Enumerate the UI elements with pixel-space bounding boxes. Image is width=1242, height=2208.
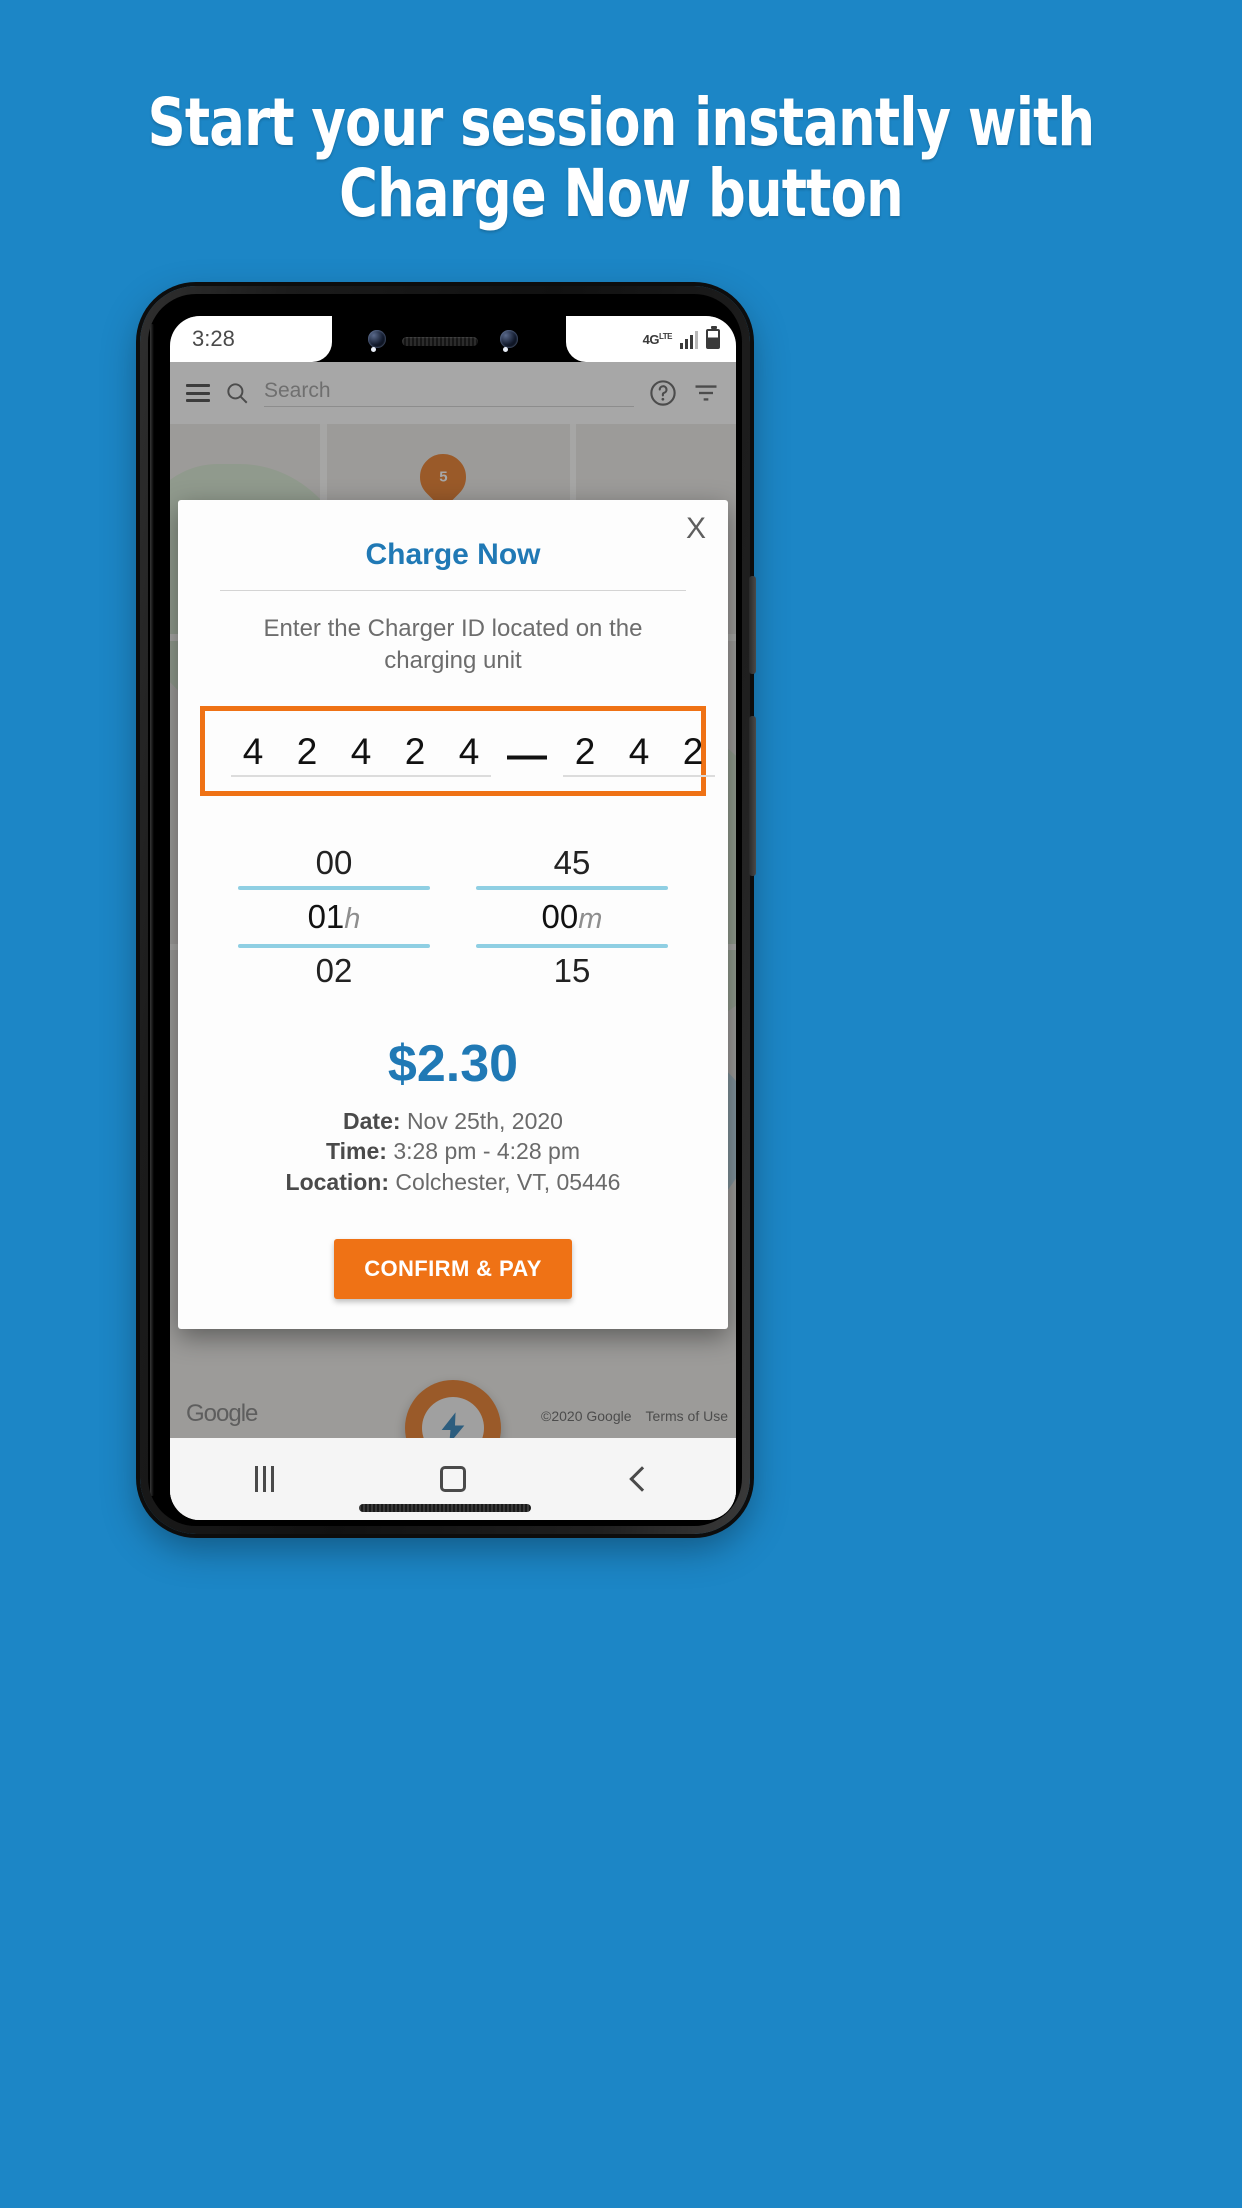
search-placeholder: Search <box>264 379 331 402</box>
promo-headline: Start your session instantly with Charge… <box>124 84 1118 232</box>
network-type-icon: 4G LTE <box>642 331 673 347</box>
price-total: $2.30 <box>387 1034 519 1093</box>
charger-id-digit[interactable]: 2 <box>393 731 437 773</box>
modal-title: Charge Now <box>365 538 541 571</box>
charger-id-digit[interactable]: 2 <box>285 731 329 773</box>
headline-line-2: Charge Now button <box>339 154 904 232</box>
filter-icon[interactable] <box>692 379 720 407</box>
earpiece-speaker <box>402 337 478 346</box>
charger-id-digit[interactable]: 4 <box>339 731 383 773</box>
volume-button[interactable] <box>749 716 756 876</box>
charger-id-digit[interactable]: 4 <box>617 731 661 773</box>
app-top-bar: Search <box>170 362 736 424</box>
android-home-button[interactable] <box>359 1466 548 1492</box>
detail-label-date: Date: <box>343 1107 401 1134</box>
session-details: Date: Nov 25th, 2020 Time: 3:28 pm - 4:2… <box>178 1106 728 1197</box>
phone-screen: 3:28 4G LTE Search 5 Google ©2020 Google… <box>170 316 736 1520</box>
charger-id-separator: — <box>507 732 547 777</box>
map-terms-link[interactable]: Terms of Use <box>646 1408 728 1424</box>
charger-id-prefix-input[interactable]: 4 2 4 2 4 <box>231 731 491 777</box>
back-icon <box>628 1466 655 1492</box>
minutes-previous-value[interactable]: 45 <box>476 840 668 886</box>
app-content: Search 5 Google ©2020 Google Terms of Us… <box>170 362 736 1520</box>
charger-id-digit[interactable]: 2 <box>671 731 715 773</box>
minutes-next-value[interactable]: 15 <box>476 948 668 994</box>
detail-row-date: Date: Nov 25th, 2020 <box>178 1106 728 1136</box>
charger-id-input-group[interactable]: 4 2 4 2 4 — 2 4 2 <box>200 705 715 796</box>
charger-id-suffix-input[interactable]: 2 4 2 <box>563 731 715 777</box>
help-circle-icon[interactable] <box>648 378 678 408</box>
charger-id-digit[interactable]: 4 <box>231 731 275 773</box>
detail-label-time: Time: <box>326 1138 387 1165</box>
confirm-button-wrap: CONFIRM & PAY <box>178 1238 728 1299</box>
recents-icon <box>254 1466 274 1492</box>
charger-id-digit[interactable]: 4 <box>447 731 491 773</box>
hours-next-value[interactable]: 02 <box>238 948 430 994</box>
signal-bars-icon <box>680 329 698 349</box>
phone-inner-bezel: 3:28 4G LTE Search 5 Google ©2020 Google… <box>148 294 742 1526</box>
hours-selected-value[interactable]: 01h <box>238 890 430 944</box>
detail-label-location: Location: <box>285 1168 390 1195</box>
search-input[interactable]: Search <box>264 379 634 407</box>
duration-picker[interactable]: 00 01h 02 45 00m 15 <box>178 840 728 994</box>
front-camera-secondary-icon <box>500 330 518 352</box>
hours-picker[interactable]: 00 01h 02 <box>238 840 430 994</box>
detail-row-time: Time: 3:28 pm - 4:28 pm <box>178 1136 728 1166</box>
status-bar-left: 3:28 <box>170 316 332 362</box>
android-back-button[interactable] <box>547 1466 736 1492</box>
front-camera-icon <box>368 330 386 352</box>
modal-subtitle: Enter the Charger ID located on the char… <box>263 615 643 675</box>
confirm-and-pay-button[interactable]: CONFIRM & PAY <box>334 1238 572 1299</box>
power-button[interactable] <box>749 576 756 674</box>
headline-line-1: Start your session instantly with <box>147 84 1096 161</box>
home-icon <box>440 1466 466 1492</box>
status-time: 3:28 <box>192 326 235 351</box>
google-logo: Google <box>186 1400 258 1427</box>
detail-value-date: Nov 25th, 2020 <box>406 1107 563 1134</box>
bezel-highlight <box>150 324 154 1496</box>
minutes-picker[interactable]: 45 00m 15 <box>476 840 668 994</box>
detail-row-location: Location: Colchester, VT, 05446 <box>178 1167 728 1197</box>
hours-previous-value[interactable]: 00 <box>238 840 430 886</box>
search-icon[interactable] <box>224 380 250 406</box>
hamburger-menu-icon[interactable] <box>186 384 210 402</box>
battery-icon <box>706 326 720 349</box>
bottom-speaker-grille <box>359 1504 531 1512</box>
map-attribution: ©2020 Google Terms of Use <box>541 1408 728 1424</box>
status-bar-right: 4G LTE <box>566 316 736 362</box>
charger-id-digit[interactable]: 2 <box>563 731 607 773</box>
android-recents-button[interactable] <box>170 1466 359 1492</box>
phone-mockup: 3:28 4G LTE Search 5 Google ©2020 Google… <box>140 286 756 1534</box>
map-copyright: ©2020 Google <box>541 1408 632 1424</box>
charge-now-modal: X Charge Now Enter the Charger ID locate… <box>178 500 728 1329</box>
detail-value-location: Colchester, VT, 05446 <box>395 1168 621 1195</box>
close-icon[interactable]: X <box>686 514 706 544</box>
minutes-selected-value[interactable]: 00m <box>476 890 668 944</box>
detail-value-time: 3:28 pm - 4:28 pm <box>393 1138 580 1165</box>
